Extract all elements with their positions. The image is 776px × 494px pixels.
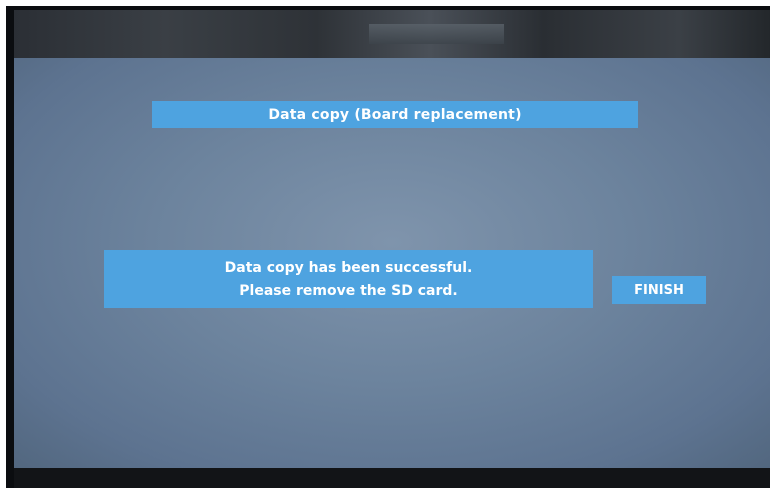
- monitor-bottom-edge: [14, 468, 770, 488]
- reflection-mark: [369, 24, 504, 44]
- finish-button[interactable]: FINISH: [612, 276, 706, 304]
- monitor-top-strip: [14, 10, 770, 58]
- status-message-line-1: Data copy has been successful.: [224, 259, 473, 276]
- page-title-text: Data copy (Board replacement): [268, 106, 522, 123]
- status-message-line-2: Please remove the SD card.: [239, 282, 458, 299]
- photo-frame: Data copy (Board replacement) Data copy …: [0, 0, 776, 494]
- page-title: Data copy (Board replacement): [152, 101, 638, 128]
- status-message-box: Data copy has been successful. Please re…: [104, 250, 593, 308]
